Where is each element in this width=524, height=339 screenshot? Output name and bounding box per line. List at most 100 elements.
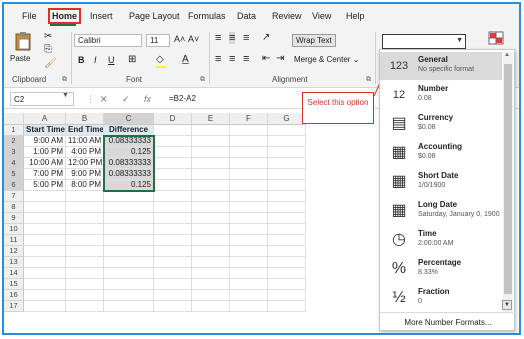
empty-cell[interactable] <box>154 235 192 246</box>
empty-cell[interactable] <box>66 224 104 235</box>
empty-cell[interactable] <box>66 257 104 268</box>
table-cell[interactable]: 10:00 AM <box>24 158 66 169</box>
empty-cell[interactable] <box>192 147 230 158</box>
empty-cell[interactable] <box>154 268 192 279</box>
empty-cell[interactable] <box>154 202 192 213</box>
menu-insert[interactable]: Insert <box>90 11 113 21</box>
format-option-accounting[interactable]: ▦ Accounting $0.08 <box>380 139 502 167</box>
empty-cell[interactable] <box>230 235 268 246</box>
scrollbar-thumb[interactable] <box>504 64 512 294</box>
empty-cell[interactable] <box>268 180 306 191</box>
fill-color-icon[interactable]: ◇ <box>156 54 164 65</box>
italic-button[interactable]: I <box>94 55 97 65</box>
empty-cell[interactable] <box>230 224 268 235</box>
row-header[interactable]: 15 <box>4 279 24 290</box>
align-right-icon[interactable]: ≡ <box>243 53 249 65</box>
empty-cell[interactable] <box>154 257 192 268</box>
empty-cell[interactable] <box>104 202 154 213</box>
format-option-percentage[interactable]: % Percentage 8.33% <box>380 255 502 283</box>
align-center-icon[interactable]: ≡ <box>229 53 235 65</box>
empty-cell[interactable] <box>268 125 306 136</box>
borders-icon[interactable]: ⊞ <box>128 54 136 65</box>
row-header[interactable]: 10 <box>4 224 24 235</box>
grow-font-button[interactable]: A˄ <box>174 34 185 44</box>
table-cell[interactable]: 5:00 PM <box>24 180 66 191</box>
row-header[interactable]: 12 <box>4 246 24 257</box>
column-header[interactable]: F <box>230 113 268 125</box>
number-format-select[interactable]: ▼ <box>382 34 466 49</box>
empty-cell[interactable] <box>154 213 192 224</box>
font-launcher-icon[interactable]: ⧉ <box>200 76 205 84</box>
menu-data[interactable]: Data <box>237 11 256 21</box>
empty-cell[interactable] <box>24 213 66 224</box>
column-header[interactable]: B <box>66 113 104 125</box>
format-option-general[interactable]: 123 General No specific format <box>380 52 502 80</box>
empty-cell[interactable] <box>268 202 306 213</box>
table-cell[interactable]: 1:00 PM <box>24 147 66 158</box>
orientation-icon[interactable]: ↗ <box>262 32 270 43</box>
bold-button[interactable]: B <box>78 55 85 65</box>
column-header[interactable]: A <box>24 113 66 125</box>
empty-cell[interactable] <box>268 213 306 224</box>
table-cell[interactable]: 12:00 PM <box>66 158 104 169</box>
empty-cell[interactable] <box>154 224 192 235</box>
menu-formulas[interactable]: Formulas <box>188 11 226 21</box>
scroll-down-icon[interactable]: ▼ <box>502 300 512 310</box>
row-header[interactable]: 17 <box>4 301 24 312</box>
row-header[interactable]: 3 <box>4 147 24 158</box>
empty-cell[interactable] <box>230 180 268 191</box>
empty-cell[interactable] <box>268 279 306 290</box>
menu-review[interactable]: Review <box>272 11 302 21</box>
menu-help[interactable]: Help <box>346 11 365 21</box>
empty-cell[interactable] <box>104 235 154 246</box>
format-option-time[interactable]: ◷ Time 2:00:00 AM <box>380 226 502 254</box>
underline-button[interactable]: U <box>108 55 115 65</box>
empty-cell[interactable] <box>24 290 66 301</box>
empty-cell[interactable] <box>24 301 66 312</box>
cancel-icon[interactable]: ✕ <box>100 94 108 105</box>
empty-cell[interactable] <box>66 290 104 301</box>
row-header[interactable]: 9 <box>4 213 24 224</box>
format-option-fraction[interactable]: ½ Fraction 0 <box>380 284 502 312</box>
empty-cell[interactable] <box>192 279 230 290</box>
column-header[interactable]: C <box>104 113 154 125</box>
cut-icon[interactable]: ✂ <box>44 31 52 42</box>
empty-cell[interactable] <box>24 235 66 246</box>
align-middle-icon[interactable]: ≡ <box>229 32 236 44</box>
empty-cell[interactable] <box>104 290 154 301</box>
empty-cell[interactable] <box>154 180 192 191</box>
empty-cell[interactable] <box>24 246 66 257</box>
align-top-icon[interactable]: ≡ <box>215 32 221 44</box>
empty-cell[interactable] <box>66 202 104 213</box>
empty-cell[interactable] <box>104 191 154 202</box>
font-color-icon[interactable]: A <box>182 54 189 65</box>
empty-cell[interactable] <box>154 246 192 257</box>
column-header[interactable]: G <box>268 113 306 125</box>
row-header[interactable]: 6 <box>4 180 24 191</box>
empty-cell[interactable] <box>230 213 268 224</box>
shrink-font-button[interactable]: A˅ <box>188 34 199 44</box>
empty-cell[interactable] <box>24 224 66 235</box>
menu-file[interactable]: File <box>22 11 37 21</box>
format-option-short-date[interactable]: ▦ Short Date 1/0/1900 <box>380 168 502 196</box>
empty-cell[interactable] <box>230 191 268 202</box>
empty-cell[interactable] <box>154 158 192 169</box>
paste-label[interactable]: Paste <box>10 54 30 63</box>
empty-cell[interactable] <box>230 169 268 180</box>
format-painter-icon[interactable]: 🖌 <box>44 58 57 69</box>
row-header[interactable]: 13 <box>4 257 24 268</box>
empty-cell[interactable] <box>154 125 192 136</box>
empty-cell[interactable] <box>66 235 104 246</box>
row-header[interactable]: 7 <box>4 191 24 202</box>
menu-page-layout[interactable]: Page Layout <box>129 11 180 21</box>
empty-cell[interactable] <box>230 125 268 136</box>
empty-cell[interactable] <box>154 290 192 301</box>
empty-cell[interactable] <box>192 257 230 268</box>
empty-cell[interactable] <box>192 290 230 301</box>
fx-icon[interactable]: fx <box>144 94 151 104</box>
row-header[interactable]: 14 <box>4 268 24 279</box>
empty-cell[interactable] <box>104 301 154 312</box>
empty-cell[interactable] <box>192 268 230 279</box>
empty-cell[interactable] <box>192 235 230 246</box>
alignment-launcher-icon[interactable]: ⧉ <box>366 76 371 84</box>
